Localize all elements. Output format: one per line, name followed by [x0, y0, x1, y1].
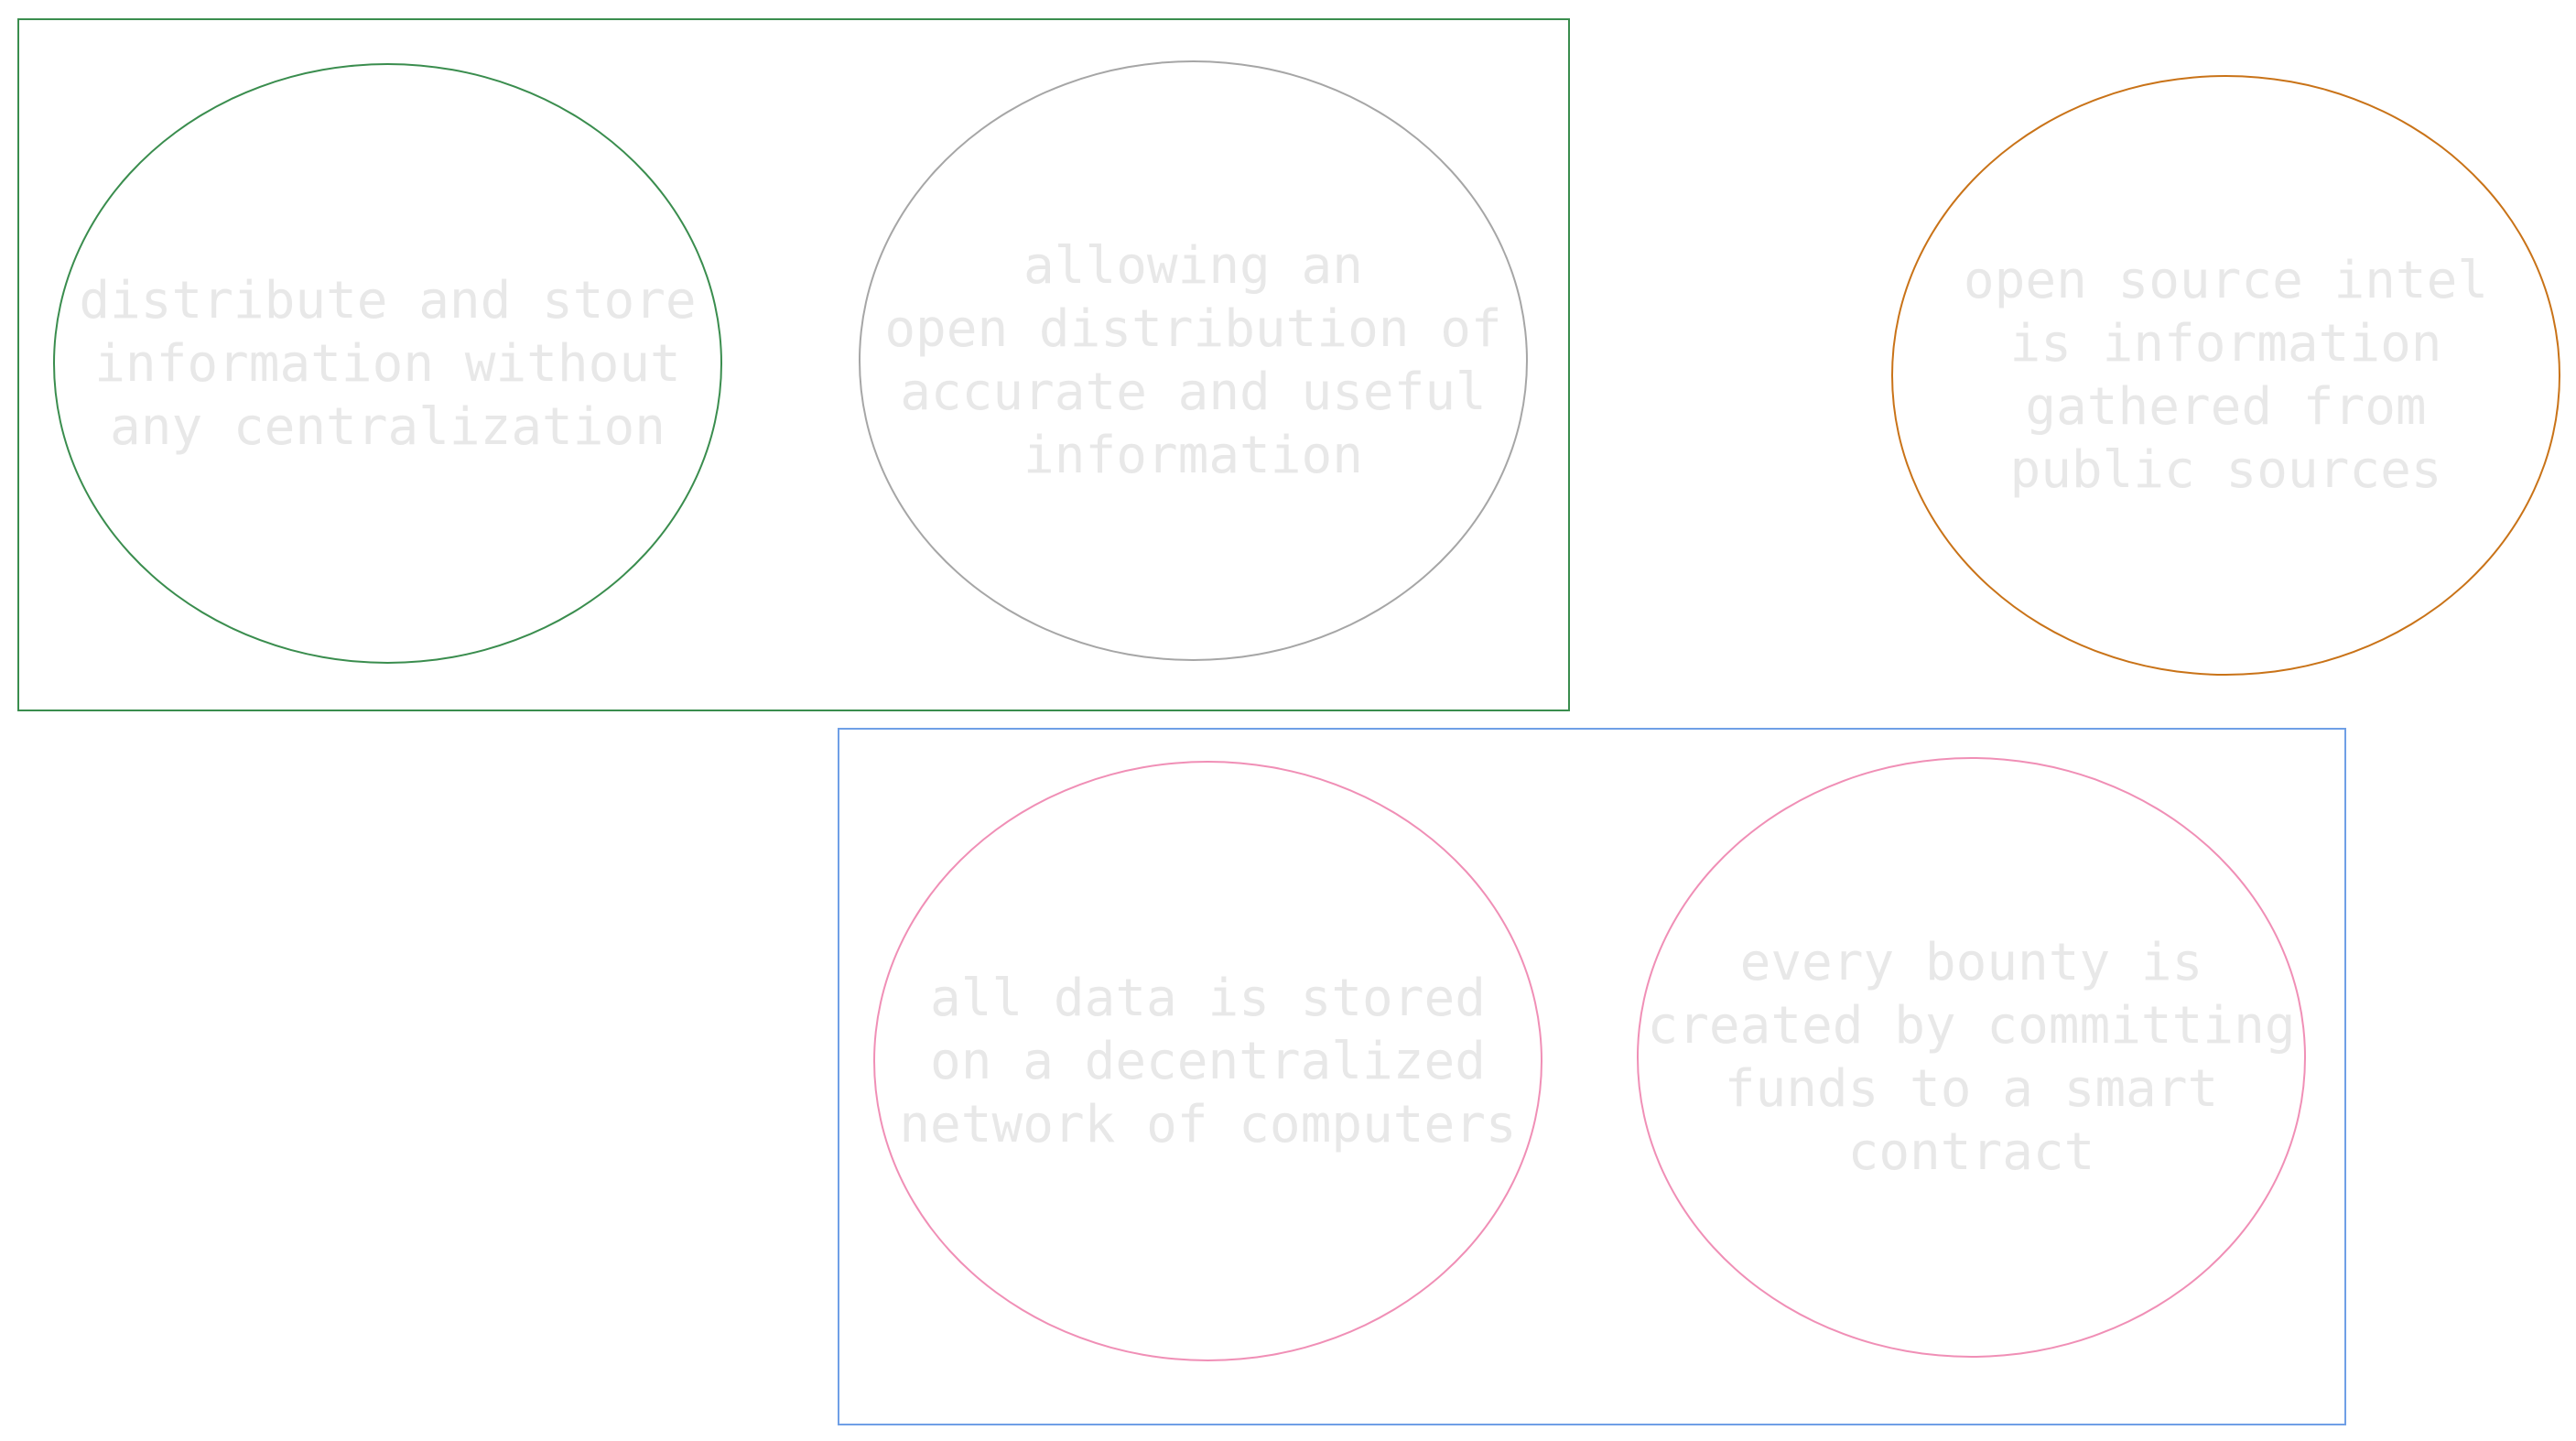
node-decentralized-storage[interactable]: distribute and store information without… — [53, 63, 722, 664]
node-decentralized-network[interactable]: all data is stored on a decentralized ne… — [873, 761, 1542, 1361]
node-osint-definition[interactable]: open source intel is information gathere… — [1891, 75, 2560, 676]
node-open-distribution[interactable]: allowing an open distribution of accurat… — [859, 60, 1528, 661]
node-bounty-smart-contract[interactable]: every bounty is created by committing fu… — [1637, 757, 2306, 1358]
node-decentralized-storage-label: distribute and store information without… — [79, 270, 697, 457]
node-decentralized-network-label: all data is stored on a decentralized ne… — [899, 968, 1517, 1154]
node-bounty-smart-contract-label: every bounty is created by committing fu… — [1647, 933, 2296, 1182]
node-osint-definition-label: open source intel is information gathere… — [1963, 251, 2489, 500]
node-open-distribution-label: allowing an open distribution of accurat… — [884, 236, 1502, 485]
